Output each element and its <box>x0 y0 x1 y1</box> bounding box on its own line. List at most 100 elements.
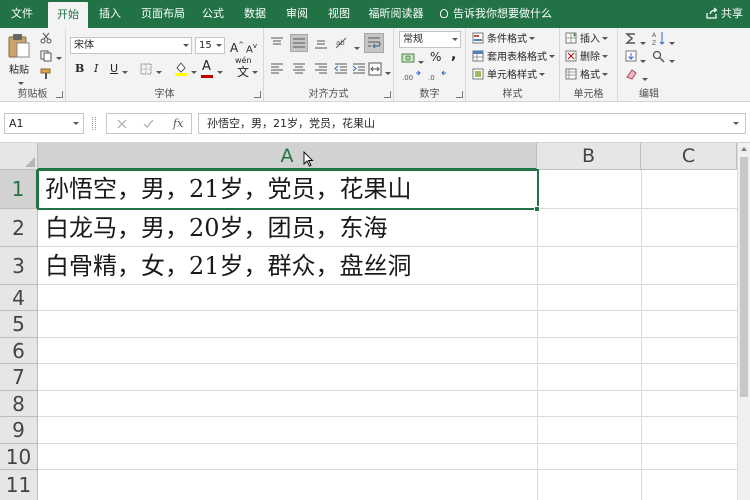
svg-text:Z: Z <box>652 40 656 46</box>
comma-button[interactable]: , <box>451 47 456 63</box>
number-format-select[interactable]: 常规 <box>399 31 461 48</box>
increase-indent-icon[interactable] <box>352 63 366 75</box>
align-top-icon[interactable] <box>270 37 284 49</box>
cut-icon[interactable] <box>40 32 52 44</box>
scroll-thumb[interactable] <box>740 157 748 397</box>
svg-text:.0: .0 <box>428 74 435 82</box>
row-header-11[interactable]: 11 <box>0 470 38 500</box>
gridline <box>38 443 737 444</box>
formula-input[interactable]: 孙悟空，男，21岁，党员，花果山 <box>198 113 746 134</box>
bold-button[interactable]: B <box>75 61 84 77</box>
align-left-icon[interactable] <box>270 63 284 75</box>
name-box[interactable]: A1 <box>4 113 84 134</box>
align-center-icon[interactable] <box>292 63 306 75</box>
orientation-icon[interactable]: ab <box>334 36 350 50</box>
fill-handle[interactable] <box>534 206 540 212</box>
cell-styles-icon <box>472 68 484 80</box>
format-painter-icon[interactable] <box>40 68 52 80</box>
delete-cells-icon <box>565 50 577 62</box>
sort-filter-icon[interactable]: AZ <box>652 31 666 46</box>
row-header-4[interactable]: 4 <box>0 285 38 311</box>
row-header-1[interactable]: 1 <box>0 170 38 209</box>
share-button[interactable]: 共享 <box>706 0 743 28</box>
font-color-button[interactable]: A <box>202 59 211 75</box>
decrease-decimal-icon[interactable]: .0 <box>428 70 448 82</box>
insert-function-button[interactable]: fx <box>173 115 183 132</box>
row-header-3[interactable]: 3 <box>0 247 38 285</box>
tab-view[interactable]: 视图 <box>322 0 356 28</box>
cell-a3[interactable]: 白骨精，女，21岁，群众，盘丝洞 <box>45 247 412 285</box>
clear-icon[interactable] <box>625 68 638 80</box>
align-right-icon[interactable] <box>314 63 328 75</box>
row-header-7[interactable]: 7 <box>0 364 38 391</box>
fill-icon[interactable] <box>625 50 637 62</box>
row-header-2[interactable]: 2 <box>0 209 38 247</box>
alignment-group-label: 对齐方式 <box>308 89 349 100</box>
cell-styles-button[interactable]: 单元格样式 <box>472 68 545 84</box>
currency-icon[interactable] <box>401 52 415 64</box>
cell-a2[interactable]: 白龙马，男，20岁，团员，东海 <box>45 209 388 247</box>
font-launcher[interactable] <box>254 91 261 98</box>
name-box-value: A1 <box>9 117 24 130</box>
gridline <box>537 170 538 500</box>
clipboard-launcher[interactable] <box>56 91 63 98</box>
font-name-select[interactable]: 宋体 <box>70 37 192 54</box>
formula-bar-splitter[interactable] <box>92 117 96 130</box>
gridline <box>641 170 642 500</box>
font-size-select[interactable]: 15 <box>195 37 225 54</box>
italic-button[interactable]: I <box>94 61 98 77</box>
font-name-value: 宋体 <box>74 40 94 51</box>
format-as-table-button[interactable]: 套用表格格式 <box>472 50 555 66</box>
scroll-up-arrow[interactable] <box>741 147 747 151</box>
cancel-entry-icon[interactable] <box>117 119 127 129</box>
tab-formulas[interactable]: 公式 <box>196 0 230 28</box>
column-header-c[interactable]: C <box>641 143 737 170</box>
tab-insert[interactable]: 插入 <box>90 0 130 28</box>
percent-button[interactable]: % <box>430 49 441 65</box>
format-cells-button[interactable]: 格式 <box>565 68 608 84</box>
underline-button[interactable]: U <box>110 61 118 77</box>
borders-icon[interactable] <box>140 63 152 75</box>
row-header-10[interactable]: 10 <box>0 444 38 470</box>
gridline <box>38 390 737 391</box>
paste-button[interactable]: 粘贴 <box>4 31 34 85</box>
svg-text:ab: ab <box>336 39 345 47</box>
confirm-entry-icon[interactable] <box>143 119 154 129</box>
tab-home[interactable]: 开始 <box>48 2 88 28</box>
fill-color-icon[interactable] <box>174 61 188 76</box>
wrap-text-button[interactable] <box>364 33 384 53</box>
select-all-corner[interactable] <box>0 143 38 170</box>
increase-decimal-icon[interactable]: .00 <box>402 70 422 82</box>
delete-cells-button[interactable]: 删除 <box>565 50 608 66</box>
tab-page-layout[interactable]: 页面布局 <box>134 0 192 28</box>
tell-me-search[interactable]: 告诉我你想要做什么 <box>440 0 552 28</box>
row-header-8[interactable]: 8 <box>0 391 38 417</box>
tab-review[interactable]: 审阅 <box>280 0 314 28</box>
tab-foxit-reader[interactable]: 福昕阅读器 <box>364 0 428 28</box>
grow-font-button[interactable]: A^ <box>230 37 244 56</box>
conditional-formatting-button[interactable]: 条件格式 <box>472 32 535 48</box>
decrease-indent-icon[interactable] <box>334 63 348 75</box>
expand-formula-bar-button[interactable] <box>733 122 739 125</box>
row-header-6[interactable]: 6 <box>0 338 38 364</box>
column-header-b[interactable]: B <box>537 143 641 170</box>
number-launcher[interactable] <box>456 91 463 98</box>
tab-data[interactable]: 数据 <box>238 0 272 28</box>
column-header-a[interactable]: A <box>38 143 537 170</box>
alignment-launcher[interactable] <box>384 91 391 98</box>
copy-icon[interactable] <box>40 50 52 62</box>
sum-icon[interactable] <box>625 32 637 45</box>
phonetic-button[interactable]: wén <box>235 56 252 65</box>
vertical-scrollbar[interactable] <box>737 143 750 500</box>
row-header-9[interactable]: 9 <box>0 417 38 444</box>
find-select-icon[interactable] <box>652 50 665 63</box>
align-middle-button[interactable] <box>290 34 308 52</box>
row-header-5[interactable]: 5 <box>0 311 38 338</box>
tab-file[interactable]: 文件 <box>0 0 44 28</box>
merge-center-icon[interactable] <box>368 62 382 76</box>
align-bottom-icon[interactable] <box>314 37 328 49</box>
cells-group-label: 单元格 <box>573 89 604 100</box>
insert-cells-button[interactable]: 插入 <box>565 32 608 48</box>
font-size-value: 15 <box>199 40 212 51</box>
format-cells-icon <box>565 68 577 80</box>
